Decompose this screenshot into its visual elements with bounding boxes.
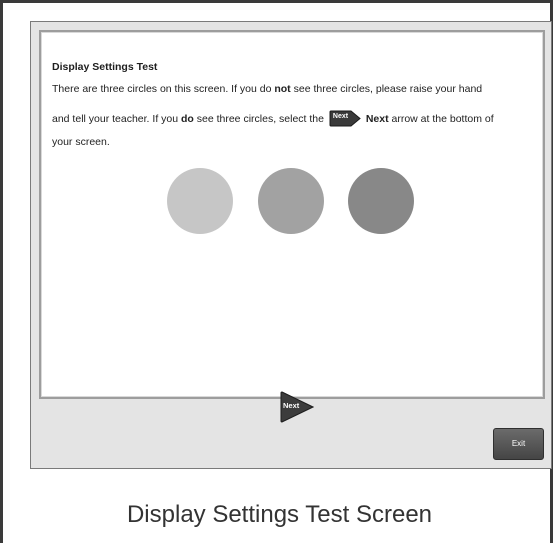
instruction-text: see three circles, select the	[193, 113, 327, 125]
circles-area	[155, 165, 414, 237]
instruction-text: and tell your teacher. If you	[52, 113, 181, 125]
instruction-text: arrow at the bottom of	[388, 113, 494, 125]
content-panel: Display Settings Test There are three ci…	[39, 30, 545, 399]
dark-gray-circle	[348, 168, 414, 234]
instruction-text: see three circles, please raise your han…	[290, 83, 483, 95]
test-window: Display Settings Test There are three ci…	[30, 21, 552, 469]
medium-gray-circle	[258, 168, 324, 234]
light-gray-circle	[167, 168, 233, 234]
next-icon-label: Next	[332, 113, 349, 120]
next-arrow-icon: Next	[329, 110, 361, 127]
exit-button[interactable]: Exit	[493, 428, 544, 460]
instruction-line-2: and tell your teacher. If you do see thr…	[52, 110, 494, 127]
instruction-line-1: There are three circles on this screen. …	[52, 83, 482, 95]
instruction-line-3: your screen.	[52, 136, 110, 148]
instruction-text: There are three circles on this screen. …	[52, 83, 275, 95]
figure-caption: Display Settings Test Screen	[126, 501, 433, 528]
next-button-label: Next	[283, 401, 300, 410]
emphasis-not: not	[274, 83, 291, 95]
next-button[interactable]: Next	[280, 391, 314, 423]
figure-frame: Display Settings Test There are three ci…	[0, 0, 553, 543]
emphasis-do: do	[181, 113, 194, 125]
panel-title: Display Settings Test	[52, 61, 158, 73]
emphasis-next: Next	[365, 113, 389, 125]
